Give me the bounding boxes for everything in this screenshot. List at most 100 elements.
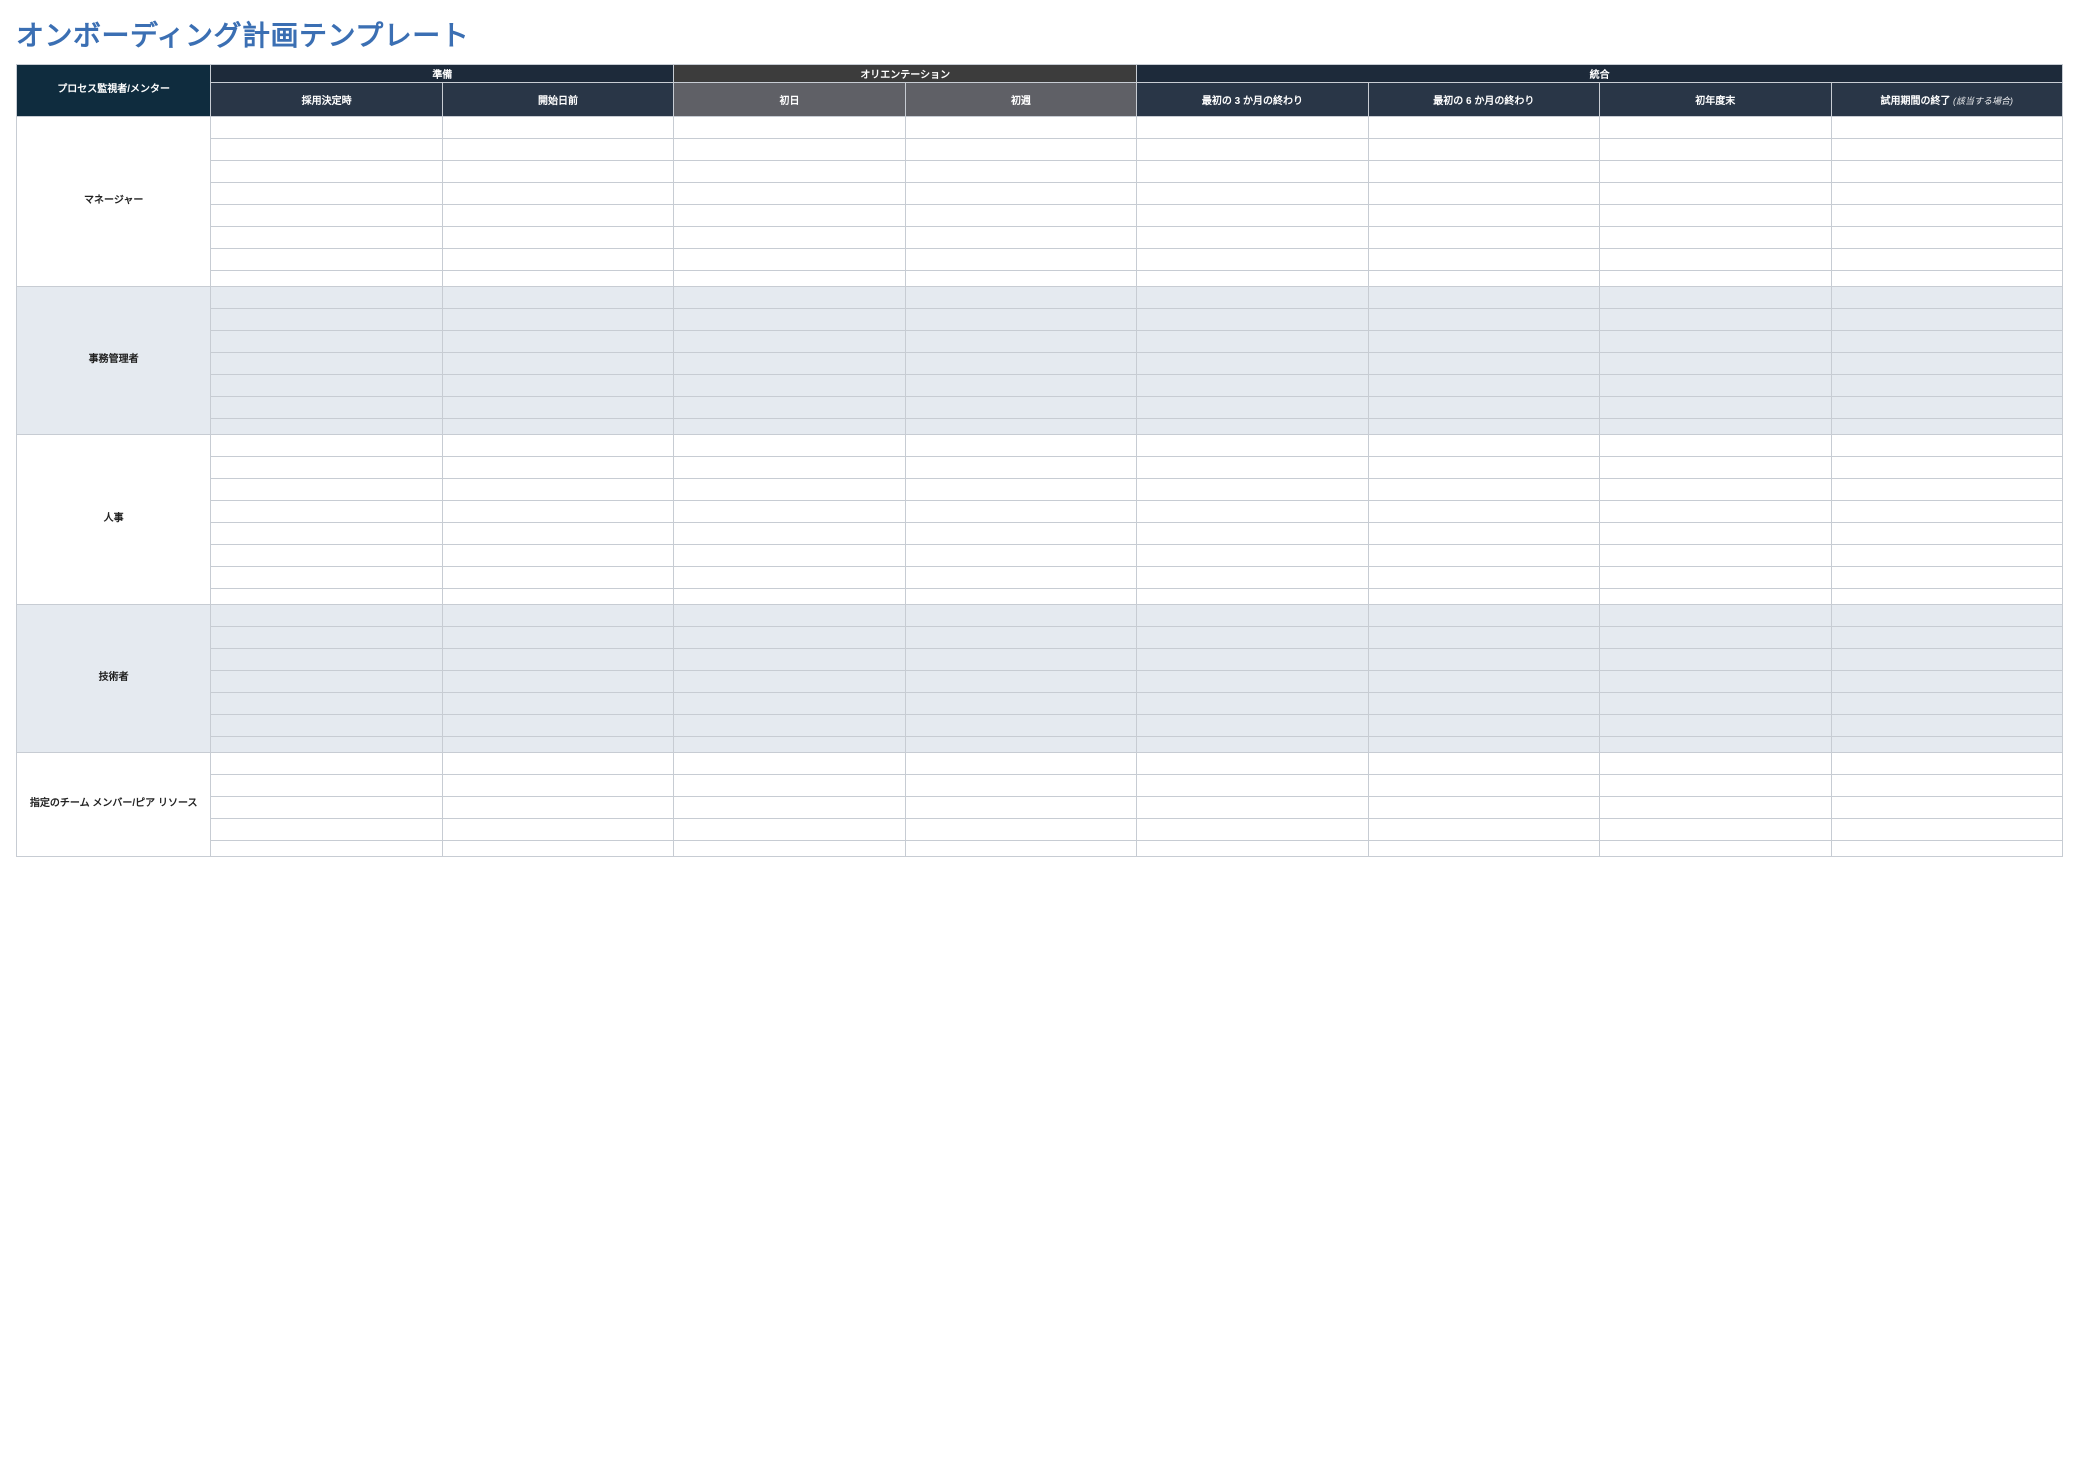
table-cell[interactable]: [905, 819, 1136, 841]
table-cell[interactable]: [1137, 309, 1368, 331]
table-cell[interactable]: [1368, 775, 1599, 797]
table-cell[interactable]: [905, 479, 1136, 501]
table-cell[interactable]: [1600, 589, 1831, 605]
table-cell[interactable]: [211, 797, 442, 819]
table-cell[interactable]: [1831, 457, 2062, 479]
table-cell[interactable]: [442, 375, 673, 397]
table-cell[interactable]: [1831, 737, 2062, 753]
table-cell[interactable]: [1831, 693, 2062, 715]
table-cell[interactable]: [1600, 117, 1831, 139]
table-cell[interactable]: [1368, 375, 1599, 397]
table-cell[interactable]: [1137, 117, 1368, 139]
table-cell[interactable]: [1137, 397, 1368, 419]
table-cell[interactable]: [1600, 419, 1831, 435]
table-cell[interactable]: [1137, 589, 1368, 605]
table-cell[interactable]: [905, 841, 1136, 857]
table-cell[interactable]: [1831, 627, 2062, 649]
table-cell[interactable]: [674, 753, 905, 775]
table-cell[interactable]: [905, 671, 1136, 693]
table-cell[interactable]: [211, 419, 442, 435]
table-cell[interactable]: [1137, 435, 1368, 457]
table-cell[interactable]: [905, 227, 1136, 249]
table-cell[interactable]: [905, 501, 1136, 523]
table-cell[interactable]: [905, 117, 1136, 139]
table-cell[interactable]: [1600, 753, 1831, 775]
table-cell[interactable]: [211, 271, 442, 287]
table-cell[interactable]: [211, 671, 442, 693]
table-cell[interactable]: [442, 671, 673, 693]
table-cell[interactable]: [905, 419, 1136, 435]
table-cell[interactable]: [905, 605, 1136, 627]
table-cell[interactable]: [1831, 545, 2062, 567]
table-cell[interactable]: [674, 161, 905, 183]
table-cell[interactable]: [442, 309, 673, 331]
table-cell[interactable]: [211, 693, 442, 715]
table-cell[interactable]: [442, 819, 673, 841]
table-cell[interactable]: [905, 457, 1136, 479]
table-cell[interactable]: [1368, 183, 1599, 205]
table-cell[interactable]: [674, 479, 905, 501]
table-cell[interactable]: [1368, 479, 1599, 501]
table-cell[interactable]: [674, 501, 905, 523]
table-cell[interactable]: [1368, 249, 1599, 271]
table-cell[interactable]: [674, 457, 905, 479]
table-cell[interactable]: [211, 605, 442, 627]
table-cell[interactable]: [1368, 139, 1599, 161]
table-cell[interactable]: [211, 479, 442, 501]
table-cell[interactable]: [1137, 775, 1368, 797]
table-cell[interactable]: [1600, 797, 1831, 819]
table-cell[interactable]: [442, 693, 673, 715]
table-cell[interactable]: [905, 523, 1136, 545]
table-cell[interactable]: [442, 753, 673, 775]
table-cell[interactable]: [211, 523, 442, 545]
table-cell[interactable]: [1137, 271, 1368, 287]
table-cell[interactable]: [211, 649, 442, 671]
table-cell[interactable]: [211, 117, 442, 139]
table-cell[interactable]: [905, 353, 1136, 375]
table-cell[interactable]: [1600, 271, 1831, 287]
table-cell[interactable]: [1137, 649, 1368, 671]
table-cell[interactable]: [211, 375, 442, 397]
table-cell[interactable]: [1368, 605, 1599, 627]
table-cell[interactable]: [1831, 183, 2062, 205]
table-cell[interactable]: [1600, 545, 1831, 567]
table-cell[interactable]: [1137, 183, 1368, 205]
table-cell[interactable]: [442, 161, 673, 183]
table-cell[interactable]: [1368, 205, 1599, 227]
table-cell[interactable]: [905, 271, 1136, 287]
table-cell[interactable]: [1831, 605, 2062, 627]
table-cell[interactable]: [1600, 715, 1831, 737]
table-cell[interactable]: [211, 627, 442, 649]
table-cell[interactable]: [674, 589, 905, 605]
table-cell[interactable]: [1137, 205, 1368, 227]
table-cell[interactable]: [1368, 227, 1599, 249]
table-cell[interactable]: [211, 819, 442, 841]
table-cell[interactable]: [1831, 479, 2062, 501]
table-cell[interactable]: [442, 501, 673, 523]
table-cell[interactable]: [1831, 523, 2062, 545]
table-cell[interactable]: [1137, 479, 1368, 501]
table-cell[interactable]: [674, 649, 905, 671]
table-cell[interactable]: [442, 649, 673, 671]
table-cell[interactable]: [1368, 457, 1599, 479]
table-cell[interactable]: [442, 139, 673, 161]
table-cell[interactable]: [1831, 139, 2062, 161]
table-cell[interactable]: [1600, 627, 1831, 649]
table-cell[interactable]: [442, 287, 673, 309]
table-cell[interactable]: [211, 737, 442, 753]
table-cell[interactable]: [674, 331, 905, 353]
table-cell[interactable]: [905, 545, 1136, 567]
table-cell[interactable]: [1600, 249, 1831, 271]
table-cell[interactable]: [674, 819, 905, 841]
table-cell[interactable]: [442, 397, 673, 419]
table-cell[interactable]: [211, 139, 442, 161]
table-cell[interactable]: [1600, 819, 1831, 841]
table-cell[interactable]: [674, 715, 905, 737]
table-cell[interactable]: [211, 501, 442, 523]
table-cell[interactable]: [674, 249, 905, 271]
table-cell[interactable]: [1137, 737, 1368, 753]
table-cell[interactable]: [1368, 501, 1599, 523]
table-cell[interactable]: [211, 775, 442, 797]
table-cell[interactable]: [442, 205, 673, 227]
table-cell[interactable]: [905, 161, 1136, 183]
